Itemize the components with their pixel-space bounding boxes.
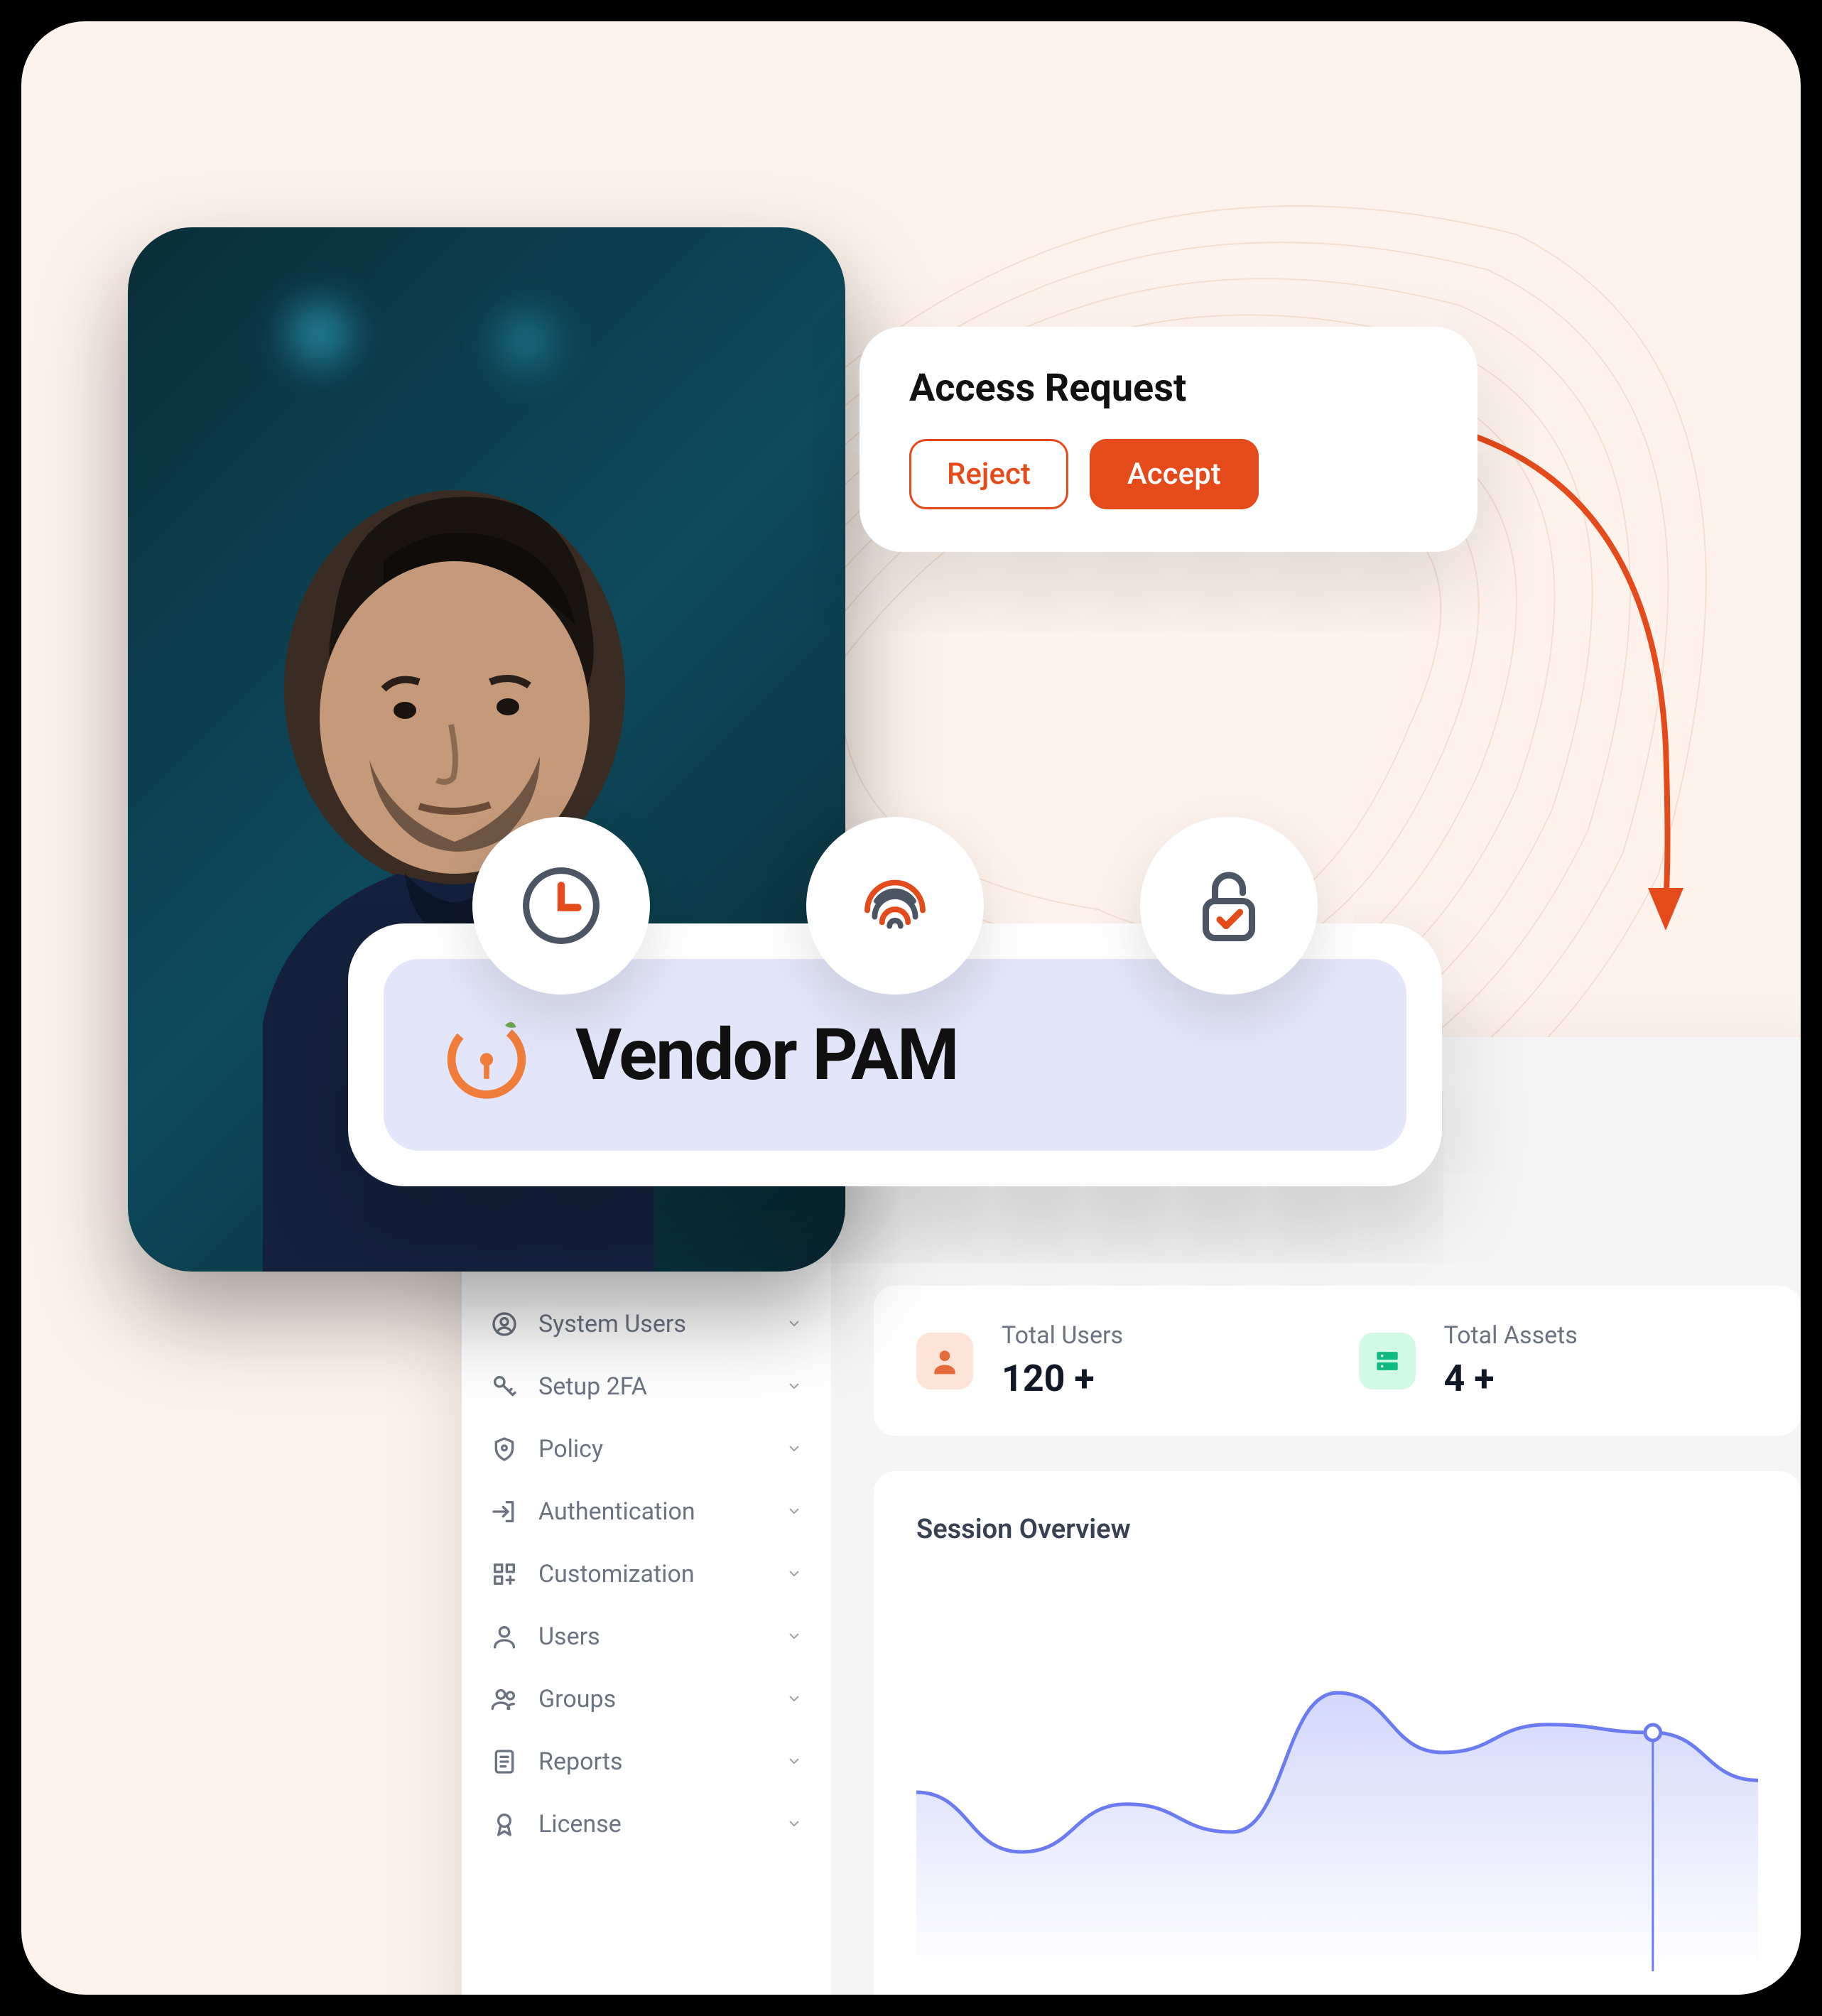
sidebar-item-customization[interactable]: Customization — [462, 1543, 831, 1605]
sidebar-item-label: Customization — [538, 1560, 695, 1588]
vendor-pam-card: Vendor PAM — [348, 923, 1442, 1186]
sidebar-item-label: System Users — [538, 1310, 686, 1338]
vendor-pam-logo — [440, 1009, 533, 1101]
x-tick: AUG — [1613, 1993, 1655, 1995]
x-tick: JUN — [1420, 1993, 1460, 1995]
x-tick: SEP — [1713, 1993, 1751, 1995]
stats-row: Total Users 120 + Total Assets 4 + — [874, 1286, 1801, 1436]
sidebar-item-groups[interactable]: Groups — [462, 1668, 831, 1730]
key-icon — [490, 1372, 519, 1401]
unlock-icon — [1140, 817, 1318, 995]
access-request-card: Access Request Reject Accept — [860, 327, 1477, 552]
stat-total-assets: Total Assets 4 + — [1359, 1321, 1759, 1400]
badge-icon — [490, 1810, 519, 1838]
sidebar-item-label: Users — [538, 1622, 600, 1651]
stat-value: 120 + — [1002, 1357, 1123, 1400]
sidebar-item-setup-2fa[interactable]: Setup 2FA — [462, 1355, 831, 1418]
stat-total-users: Total Users 120 + — [916, 1321, 1316, 1400]
stat-label: Total Users — [1002, 1321, 1123, 1350]
sidebar-item-label: Policy — [538, 1435, 603, 1463]
x-tick: MAY — [1318, 1993, 1362, 1995]
sidebar-item-authentication[interactable]: Authentication — [462, 1480, 831, 1543]
chevron-down-icon — [786, 1810, 803, 1838]
sidebar-item-system-users[interactable]: System Users — [462, 1293, 831, 1355]
chevron-down-icon — [786, 1435, 803, 1463]
x-tick: FEB — [1021, 1993, 1058, 1995]
sidebar-item-label: License — [538, 1810, 622, 1838]
doc-icon — [490, 1747, 519, 1776]
grid-plus-icon — [490, 1560, 519, 1588]
chevron-down-icon — [786, 1560, 803, 1588]
stat-value: 4 + — [1444, 1357, 1578, 1400]
sidebar-item-users[interactable]: Users — [462, 1605, 831, 1668]
chart-x-axis: JAN FEB MAR APR MAY JUN JUL AUG SEP — [916, 1993, 1758, 1995]
sidebar-item-label: Groups — [538, 1685, 616, 1713]
users-icon — [490, 1685, 519, 1713]
sidebar-item-label: Authentication — [538, 1497, 695, 1526]
server-icon — [1359, 1333, 1416, 1389]
user-icon — [490, 1622, 519, 1651]
shield-icon — [490, 1435, 519, 1463]
x-tick: MAR — [1117, 1993, 1163, 1995]
access-request-title: Access Request — [909, 366, 1428, 411]
user-icon — [916, 1333, 973, 1389]
session-overview-card: Session Overview — [874, 1471, 1801, 1995]
accept-button[interactable]: Accept — [1090, 439, 1259, 509]
chevron-down-icon — [786, 1622, 803, 1651]
x-tick: APR — [1220, 1993, 1260, 1995]
login-icon — [490, 1497, 519, 1526]
sidebar-item-label: Reports — [538, 1747, 623, 1776]
sidebar-item-policy[interactable]: Policy — [462, 1418, 831, 1480]
x-tick: JUL — [1519, 1993, 1556, 1995]
user-circle-icon — [490, 1310, 519, 1338]
fingerprint-icon — [806, 817, 984, 995]
vendor-pam-title: Vendor PAM — [575, 1014, 958, 1097]
chevron-down-icon — [786, 1747, 803, 1776]
chevron-down-icon — [786, 1372, 803, 1401]
session-line-chart — [916, 1573, 1758, 1971]
x-tick: JAN — [923, 1993, 964, 1995]
chart-title: Session Overview — [916, 1514, 1758, 1545]
clock-icon — [472, 817, 650, 995]
stat-label: Total Assets — [1444, 1321, 1578, 1350]
reject-button[interactable]: Reject — [909, 439, 1068, 509]
chevron-down-icon — [786, 1685, 803, 1713]
sidebar-item-license[interactable]: License — [462, 1793, 831, 1855]
chevron-down-icon — [786, 1497, 803, 1526]
sidebar-item-reports[interactable]: Reports — [462, 1730, 831, 1793]
sidebar-item-label: Setup 2FA — [538, 1372, 647, 1401]
chevron-down-icon — [786, 1310, 803, 1338]
